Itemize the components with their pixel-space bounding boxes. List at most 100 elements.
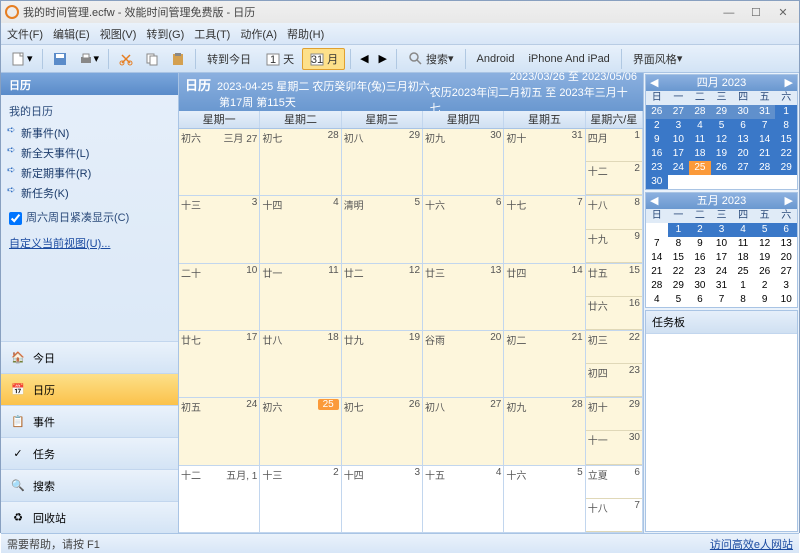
weekend-cell[interactable]: 十二2 [586, 162, 642, 195]
mini-day[interactable]: 15 [668, 251, 690, 265]
next-month-icon[interactable]: ▶ [785, 193, 793, 209]
nav-events[interactable]: 📋事件 [1, 405, 178, 437]
mini-calendar-apr[interactable]: ◀四月 2023▶日一二三四五六262728293031123456789101… [645, 74, 798, 190]
mini-day[interactable]: 9 [754, 293, 776, 307]
mini-day[interactable]: 11 [732, 237, 754, 251]
mini-day[interactable]: 8 [775, 119, 797, 133]
mini-day[interactable]: 22 [668, 265, 690, 279]
mini-day[interactable]: 30 [732, 105, 754, 119]
mini-day[interactable] [732, 175, 754, 189]
menu-tools[interactable]: 工具(T) [194, 26, 230, 42]
new-button[interactable]: ▾ [7, 48, 37, 70]
menu-view[interactable]: 视图(V) [100, 26, 137, 42]
mini-day[interactable]: 5 [711, 119, 733, 133]
mini-day[interactable]: 20 [775, 251, 797, 265]
day-cell[interactable]: 初九28 [504, 398, 585, 464]
month-view-button[interactable]: 31月 [302, 48, 345, 70]
mini-day[interactable]: 30 [646, 175, 668, 189]
mini-calendar-may[interactable]: ◀五月 2023▶日一二三四五六123456789101112131415161… [645, 192, 798, 308]
menu-help[interactable]: 帮助(H) [287, 26, 324, 42]
day-cell[interactable]: 初二21 [504, 331, 585, 397]
customize-view-link[interactable]: 自定义当前视图(U)... [7, 231, 172, 261]
day-cell[interactable]: 初五24 [179, 398, 260, 464]
mini-day[interactable]: 1 [732, 279, 754, 293]
day-cell[interactable]: 十三3 [179, 196, 260, 262]
mini-day[interactable]: 16 [689, 251, 711, 265]
new-recurring-link[interactable]: 新定期事件(R) [7, 163, 172, 183]
ios-button[interactable]: iPhone And iPad [522, 48, 615, 70]
mini-day[interactable] [689, 175, 711, 189]
menu-file[interactable]: 文件(F) [7, 26, 43, 42]
next-month-icon[interactable]: ▶ [785, 75, 793, 91]
day-cell[interactable]: 初九30 [423, 129, 504, 195]
mini-day[interactable]: 14 [646, 251, 668, 265]
day-cell[interactable]: 廿四14 [504, 264, 585, 330]
android-button[interactable]: Android [471, 48, 521, 70]
mini-day[interactable]: 13 [732, 133, 754, 147]
day-cell[interactable]: 十二五月, 1 [179, 466, 260, 532]
mini-day[interactable]: 31 [711, 279, 733, 293]
day-cell[interactable]: 十三2 [260, 466, 341, 532]
mini-day[interactable]: 29 [775, 161, 797, 175]
mini-day[interactable] [754, 175, 776, 189]
mini-day[interactable]: 1 [775, 105, 797, 119]
day-cell[interactable]: 十四3 [342, 466, 423, 532]
weekend-cell[interactable]: 十九9 [586, 230, 642, 263]
mini-day[interactable]: 9 [646, 133, 668, 147]
day-cell[interactable]: 廿一11 [260, 264, 341, 330]
mini-day[interactable]: 23 [646, 161, 668, 175]
mini-day[interactable]: 3 [711, 223, 733, 237]
prev-button[interactable]: ◀ [356, 48, 372, 70]
day-cell[interactable]: 二十10 [179, 264, 260, 330]
day-cell[interactable]: 十六6 [423, 196, 504, 262]
mini-day[interactable] [668, 175, 690, 189]
close-button[interactable]: ✕ [771, 6, 795, 19]
mini-day[interactable]: 6 [732, 119, 754, 133]
mini-day[interactable]: 16 [646, 147, 668, 161]
mini-day[interactable]: 18 [689, 147, 711, 161]
nav-recycle[interactable]: ♻回收站 [1, 501, 178, 533]
mini-day[interactable]: 26 [711, 161, 733, 175]
mini-day[interactable]: 27 [668, 105, 690, 119]
paste-button[interactable] [166, 48, 190, 70]
mini-day[interactable]: 26 [754, 265, 776, 279]
menu-edit[interactable]: 编辑(E) [53, 26, 90, 42]
maximize-button[interactable]: ☐ [744, 6, 768, 19]
weekend-cell[interactable]: 十八8 [586, 196, 642, 229]
cut-button[interactable] [114, 48, 138, 70]
search-button[interactable]: 搜索▾ [402, 48, 460, 70]
nav-calendar[interactable]: 📅日历 [1, 373, 178, 405]
weekend-cell[interactable]: 初十29 [586, 398, 642, 431]
mini-day[interactable]: 17 [711, 251, 733, 265]
status-link[interactable]: 访问高效e人网站 [100, 536, 793, 552]
goto-today-button[interactable]: 转到今日 [201, 48, 257, 70]
weekend-cell[interactable]: 初四23 [586, 364, 642, 397]
day-cell[interactable]: 十六5 [504, 466, 585, 532]
compact-checkbox-input[interactable] [9, 212, 22, 225]
day-view-button[interactable]: 1天 [259, 48, 300, 70]
mini-day[interactable]: 6 [775, 223, 797, 237]
mini-day[interactable]: 5 [668, 293, 690, 307]
menu-goto[interactable]: 转到(G) [146, 26, 184, 42]
mini-day[interactable]: 20 [732, 147, 754, 161]
new-task-link[interactable]: 新任务(K) [7, 183, 172, 203]
mini-day[interactable]: 2 [646, 119, 668, 133]
mini-day[interactable]: 1 [668, 223, 690, 237]
day-cell[interactable]: 初六三月 27 [179, 129, 260, 195]
mini-day[interactable]: 4 [689, 119, 711, 133]
mini-day[interactable]: 21 [754, 147, 776, 161]
mini-day[interactable]: 8 [668, 237, 690, 251]
mini-day[interactable]: 24 [711, 265, 733, 279]
skin-button[interactable]: 界面风格▾ [627, 48, 689, 70]
day-cell[interactable]: 初八27 [423, 398, 504, 464]
mini-day[interactable]: 11 [689, 133, 711, 147]
mini-day[interactable]: 19 [711, 147, 733, 161]
mini-day[interactable]: 28 [689, 105, 711, 119]
save-button[interactable] [48, 48, 72, 70]
mini-day[interactable]: 2 [689, 223, 711, 237]
mini-day[interactable]: 28 [754, 161, 776, 175]
day-cell[interactable]: 廿八18 [260, 331, 341, 397]
mini-day[interactable]: 25 [689, 161, 711, 175]
mini-day[interactable]: 4 [646, 293, 668, 307]
mini-day[interactable]: 10 [711, 237, 733, 251]
